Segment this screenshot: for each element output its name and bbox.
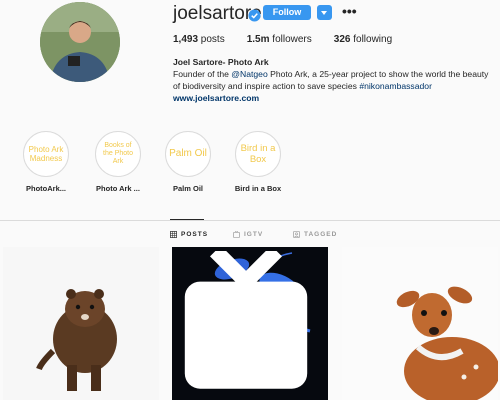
highlight-cover: Palm Oil <box>167 133 209 175</box>
profile-bio: Joel Sartore- Photo Ark Founder of the @… <box>173 56 498 104</box>
active-tab-indicator <box>170 219 204 220</box>
tab-posts[interactable]: POSTS <box>170 231 208 238</box>
highlight-photoark-madness[interactable]: Photo Ark Madness PhotoArk... <box>13 131 79 193</box>
grid-icon <box>170 231 177 238</box>
highlight-palm-oil[interactable]: Palm Oil Palm Oil <box>155 131 221 193</box>
profile-stats: 1,493 posts 1.5m followers 326 following <box>173 34 414 45</box>
highlight-ring: Bird in a Box <box>235 131 281 177</box>
highlight-label: Photo Ark ... <box>96 184 140 193</box>
post-thumbnail-crayfish[interactable] <box>172 247 328 400</box>
highlight-label: Bird in a Box <box>234 184 282 193</box>
highlight-ring: Palm Oil <box>165 131 211 177</box>
highlight-label: PhotoArk... <box>25 184 66 193</box>
post-thumbnail-fawn[interactable] <box>342 247 498 400</box>
tabs-divider <box>0 220 500 221</box>
tab-label: POSTS <box>181 231 209 238</box>
highlight-cover: Books of the Photo Ark <box>97 133 139 175</box>
verified-badge-icon <box>248 9 261 22</box>
website-link[interactable]: www.joelsartore.com <box>173 92 498 104</box>
suggested-dropdown-button[interactable] <box>317 5 332 20</box>
bio-text: Founder of the @Natgeo Photo Ark, a 25-y… <box>173 69 489 79</box>
posts-count: 1,493 posts <box>173 34 225 45</box>
tab-label: TAGGED <box>304 231 338 238</box>
bio-name: Joel Sartore- Photo Ark <box>173 57 269 67</box>
post-thumbnail-mink[interactable] <box>3 247 159 400</box>
natgeo-mention-link[interactable]: @Natgeo <box>231 69 267 79</box>
highlight-cover: Photo Ark Madness <box>25 133 67 175</box>
highlight-bird-in-a-box[interactable]: Bird in a Box Bird in a Box <box>225 131 291 193</box>
highlight-label: Palm Oil <box>172 184 203 193</box>
tab-label: IGTV <box>244 231 264 238</box>
more-options-icon[interactable]: ••• <box>342 3 357 19</box>
follow-button[interactable]: Follow <box>263 5 311 20</box>
highlight-books-photo-ark[interactable]: Books of the Photo Ark Photo Ark ... <box>85 131 151 193</box>
igtv-icon <box>233 231 240 238</box>
igtv-icon <box>184 251 308 389</box>
hashtag-link[interactable]: #nikonambassador <box>359 81 432 91</box>
profile-avatar[interactable] <box>40 2 120 82</box>
bio-text-line2: of biodiversity and inspire action to sa… <box>173 81 432 91</box>
tagged-icon <box>293 231 300 238</box>
followers-count[interactable]: 1.5m followers <box>247 34 312 45</box>
tab-tagged[interactable]: TAGGED <box>293 231 337 238</box>
highlight-ring: Books of the Photo Ark <box>95 131 141 177</box>
highlight-ring: Photo Ark Madness <box>23 131 69 177</box>
tab-igtv[interactable]: IGTV <box>233 231 263 238</box>
following-count[interactable]: 326 following <box>334 34 392 45</box>
highlight-cover: Bird in a Box <box>237 133 279 175</box>
